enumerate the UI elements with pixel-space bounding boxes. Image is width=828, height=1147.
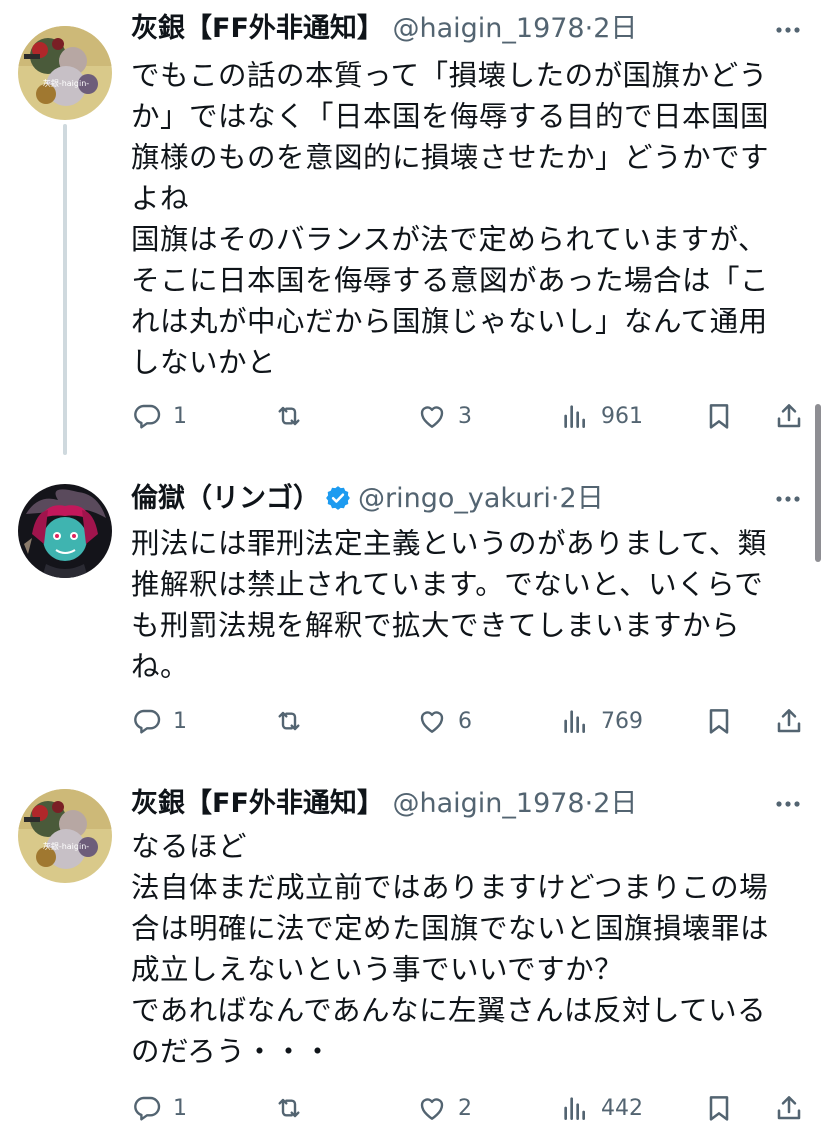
timestamp[interactable]: 2日 (560, 483, 604, 514)
reply-count: 1 (173, 403, 187, 429)
action-bar: 1 3 961 (131, 394, 811, 438)
heart-icon (416, 400, 448, 432)
scrollbar[interactable] (815, 404, 821, 562)
reply-button[interactable]: 1 (131, 1086, 187, 1130)
avatar[interactable]: 灰銀-haigin- (18, 26, 112, 120)
share-button[interactable] (773, 699, 805, 743)
share-button[interactable] (773, 394, 805, 438)
bookmark-button[interactable] (703, 1086, 735, 1130)
display-name[interactable]: 灰銀【FF外非通知】 (131, 13, 384, 44)
tweet-header: 倫獄（リンゴ） @ringo_yakuri·2日 (131, 477, 604, 521)
bookmark-icon (703, 705, 735, 737)
retweet-icon (273, 400, 305, 432)
tweet[interactable]: 灰銀-haigin- 灰銀【FF外非通知】 @haigin_1978·2日 なる… (0, 777, 828, 1147)
text-line: れは丸が中心だから国旗じゃないし」なんて通用 (131, 305, 768, 338)
reply-icon (131, 705, 163, 737)
views-icon (559, 705, 591, 737)
retweet-button[interactable] (273, 394, 315, 438)
text-line: であればなんであんなに左翼さんは反対している (131, 994, 767, 1027)
text-line: も刑罰法規を解釈で拡大できてしまいますから (131, 609, 741, 642)
text-line: か」ではなく「日本国を侮辱する目的で日本国国 (131, 100, 770, 133)
verified-badge-icon (324, 482, 352, 510)
text-line: でもこの話の本質って「損壊したのが国旗かどう (131, 59, 768, 92)
like-count: 6 (458, 708, 472, 734)
share-icon (773, 705, 805, 737)
tweet[interactable]: 灰銀-haigin- 灰銀【FF外非通知】 @haigin_1978·2日 でも… (0, 0, 828, 455)
handle[interactable]: @haigin_1978 (392, 13, 584, 44)
text-line: 成立しえないという事でいいですか？ (131, 953, 624, 986)
bookmark-icon (703, 1092, 735, 1124)
like-button[interactable]: 3 (416, 394, 472, 438)
timestamp[interactable]: 2日 (593, 788, 637, 819)
views-button[interactable]: 769 (559, 699, 643, 743)
text-line: 旗様のものを意図的に損壊させたか」どうかです (131, 141, 770, 174)
text-line: そこに日本国を侮辱する意図があった場合は「こ (131, 264, 770, 297)
retweet-icon (273, 1092, 305, 1124)
text-line: 法自体まだ成立前ではありますけどつまりこの場 (131, 871, 769, 904)
separator-dot: · (550, 483, 560, 514)
display-name[interactable]: 倫獄（リンゴ） (131, 483, 320, 514)
like-count: 3 (458, 403, 472, 429)
share-icon (773, 1092, 805, 1124)
avatar-caption: 灰銀-haigin- (43, 78, 89, 88)
reply-icon (131, 1092, 163, 1124)
bookmark-button[interactable] (703, 394, 735, 438)
more-dots-icon[interactable] (770, 786, 806, 822)
views-icon (559, 400, 591, 432)
more-dots-icon[interactable] (770, 481, 806, 517)
action-bar: 1 6 769 (131, 699, 811, 743)
display-name[interactable]: 灰銀【FF外非通知】 (131, 788, 384, 819)
text-line: 合は明確に法で定めた国旗でないと国旗損壊罪は (131, 912, 770, 945)
share-icon (773, 400, 805, 432)
tweet-text: 刑法には罪刑法定主義というのがありまして、類 推解釈は禁止されています。でないと… (131, 523, 811, 687)
handle[interactable]: @haigin_1978 (392, 788, 584, 819)
tweet-text: なるほど 法自体まだ成立前ではありますけどつまりこの場 合は明確に法で定めた国旗… (131, 826, 811, 1072)
reply-count: 1 (173, 708, 187, 734)
timestamp[interactable]: 2日 (593, 13, 637, 44)
thread-line (63, 124, 67, 455)
avatar-caption: 灰銀-haigin- (43, 841, 89, 851)
bookmark-button[interactable] (703, 699, 735, 743)
text-line: 推解釈は禁止されています。でないと、いくらで (131, 568, 764, 601)
views-button[interactable]: 961 (559, 394, 643, 438)
heart-icon (416, 1092, 448, 1124)
text-line: しないかと (131, 346, 277, 379)
tweet[interactable]: 倫獄（リンゴ） @ringo_yakuri·2日 刑法には罪刑法定主義というのがあ… (0, 472, 828, 772)
views-icon (559, 1092, 591, 1124)
text-line: のだろう・・・ (131, 1035, 333, 1068)
text-line: ね。 (131, 650, 190, 683)
separator-dot: · (584, 13, 594, 44)
reply-count: 1 (173, 1095, 187, 1121)
like-button[interactable]: 2 (416, 1086, 472, 1130)
retweet-button[interactable] (273, 699, 315, 743)
reply-button[interactable]: 1 (131, 699, 187, 743)
retweet-button[interactable] (273, 1086, 315, 1130)
tweet-header: 灰銀【FF外非通知】 @haigin_1978·2日 (131, 782, 637, 826)
text-line: よね (131, 182, 190, 215)
bookmark-icon (703, 400, 735, 432)
avatar[interactable] (18, 484, 112, 578)
retweet-icon (273, 705, 305, 737)
heart-icon (416, 705, 448, 737)
reply-icon (131, 400, 163, 432)
reply-button[interactable]: 1 (131, 394, 187, 438)
tweet-header: 灰銀【FF外非通知】 @haigin_1978·2日 (131, 7, 637, 51)
tweet-text: でもこの話の本質って「損壊したのが国旗かどう か」ではなく「日本国を侮辱する目的… (131, 55, 811, 383)
text-line: 国旗はそのバランスが法で定められていますが、 (131, 223, 768, 256)
avatar[interactable]: 灰銀-haigin- (18, 789, 112, 883)
share-button[interactable] (773, 1086, 805, 1130)
text-line: 刑法には罪刑法定主義というのがありまして、類 (131, 527, 767, 560)
handle[interactable]: @ringo_yakuri (358, 483, 551, 514)
views-count: 769 (601, 708, 643, 734)
like-count: 2 (458, 1095, 472, 1121)
text-line: なるほど (131, 830, 248, 863)
views-button[interactable]: 442 (559, 1086, 643, 1130)
views-count: 442 (601, 1095, 643, 1121)
like-button[interactable]: 6 (416, 699, 472, 743)
action-bar: 1 2 442 (131, 1086, 811, 1130)
more-dots-icon[interactable] (770, 12, 806, 48)
separator-dot: · (584, 788, 594, 819)
views-count: 961 (601, 403, 643, 429)
